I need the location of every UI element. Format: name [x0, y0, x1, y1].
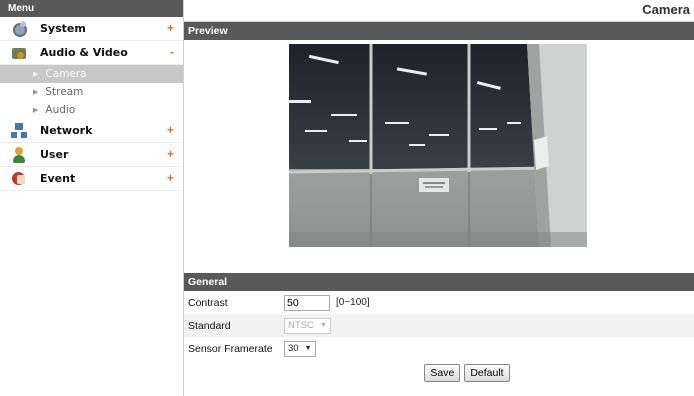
arrow-right-icon: ▶ [33, 70, 39, 78]
contrast-range: [0~100] [336, 297, 370, 308]
chevron-down-icon: ▼ [304, 345, 312, 352]
save-button[interactable]: Save [424, 364, 461, 382]
sub-label-camera: Camera [45, 68, 87, 80]
default-button[interactable]: Default [464, 364, 510, 382]
page-title: Camera [184, 0, 694, 22]
expand-icon[interactable]: + [167, 171, 174, 185]
framerate-label: Sensor Framerate [188, 342, 273, 355]
expand-icon[interactable]: + [167, 123, 174, 137]
standard-label: Standard [188, 319, 231, 332]
expand-icon[interactable]: + [167, 21, 174, 35]
expand-icon[interactable]: + [167, 147, 174, 161]
chevron-down-icon: ▼ [319, 322, 327, 329]
sub-item-camera[interactable]: ▶ Camera [0, 65, 183, 83]
audio-video-icon [11, 45, 27, 61]
menu-header: Menu [0, 0, 183, 17]
sub-item-audio[interactable]: ▶ Audio [0, 101, 183, 119]
preview-header: Preview [184, 22, 694, 40]
sub-label-audio: Audio [45, 104, 76, 116]
standard-select: NTSC ▼ [284, 317, 331, 334]
nav-item-network[interactable]: Network + [0, 119, 183, 143]
arrow-right-icon: ▶ [33, 106, 39, 114]
nav-label-user: User [40, 148, 69, 161]
main-panel: Camera Preview General Contrast 50 [0~10… [184, 0, 694, 396]
standard-row: Standard NTSC ▼ [184, 314, 694, 337]
nav-item-user[interactable]: User + [0, 143, 183, 167]
collapse-icon[interactable]: - [170, 45, 174, 59]
contrast-input[interactable] [284, 294, 330, 311]
user-icon [11, 146, 27, 163]
nav-item-event[interactable]: Event + [0, 167, 183, 191]
sidebar: Menu System + Audio & Video - ▶ Camera ▶… [0, 0, 184, 396]
contrast-row: Contrast [0~100] [184, 291, 694, 314]
framerate-select[interactable]: 30 ▼ [284, 340, 316, 357]
system-icon [11, 20, 27, 37]
nav-label-network: Network [40, 124, 93, 137]
nav-label-audio-video: Audio & Video [40, 46, 128, 59]
button-row: Save Default [184, 360, 694, 386]
nav-label-system: System [40, 22, 86, 35]
preview-area [184, 40, 694, 273]
nav-label-event: Event [40, 172, 76, 185]
arrow-right-icon: ▶ [33, 88, 39, 96]
event-icon [11, 171, 27, 187]
sub-label-stream: Stream [45, 86, 84, 98]
framerate-value: 30 [288, 343, 299, 354]
contrast-label: Contrast [188, 296, 228, 309]
camera-preview-image [289, 44, 587, 247]
general-header: General [184, 273, 694, 291]
network-icon [11, 122, 27, 139]
sub-item-stream[interactable]: ▶ Stream [0, 83, 183, 101]
nav-item-system[interactable]: System + [0, 17, 183, 41]
framerate-row: Sensor Framerate 30 ▼ [184, 337, 694, 360]
camera-preview-drawing [289, 44, 587, 247]
nav-item-audio-video[interactable]: Audio & Video - [0, 41, 183, 65]
standard-value: NTSC [288, 320, 314, 331]
